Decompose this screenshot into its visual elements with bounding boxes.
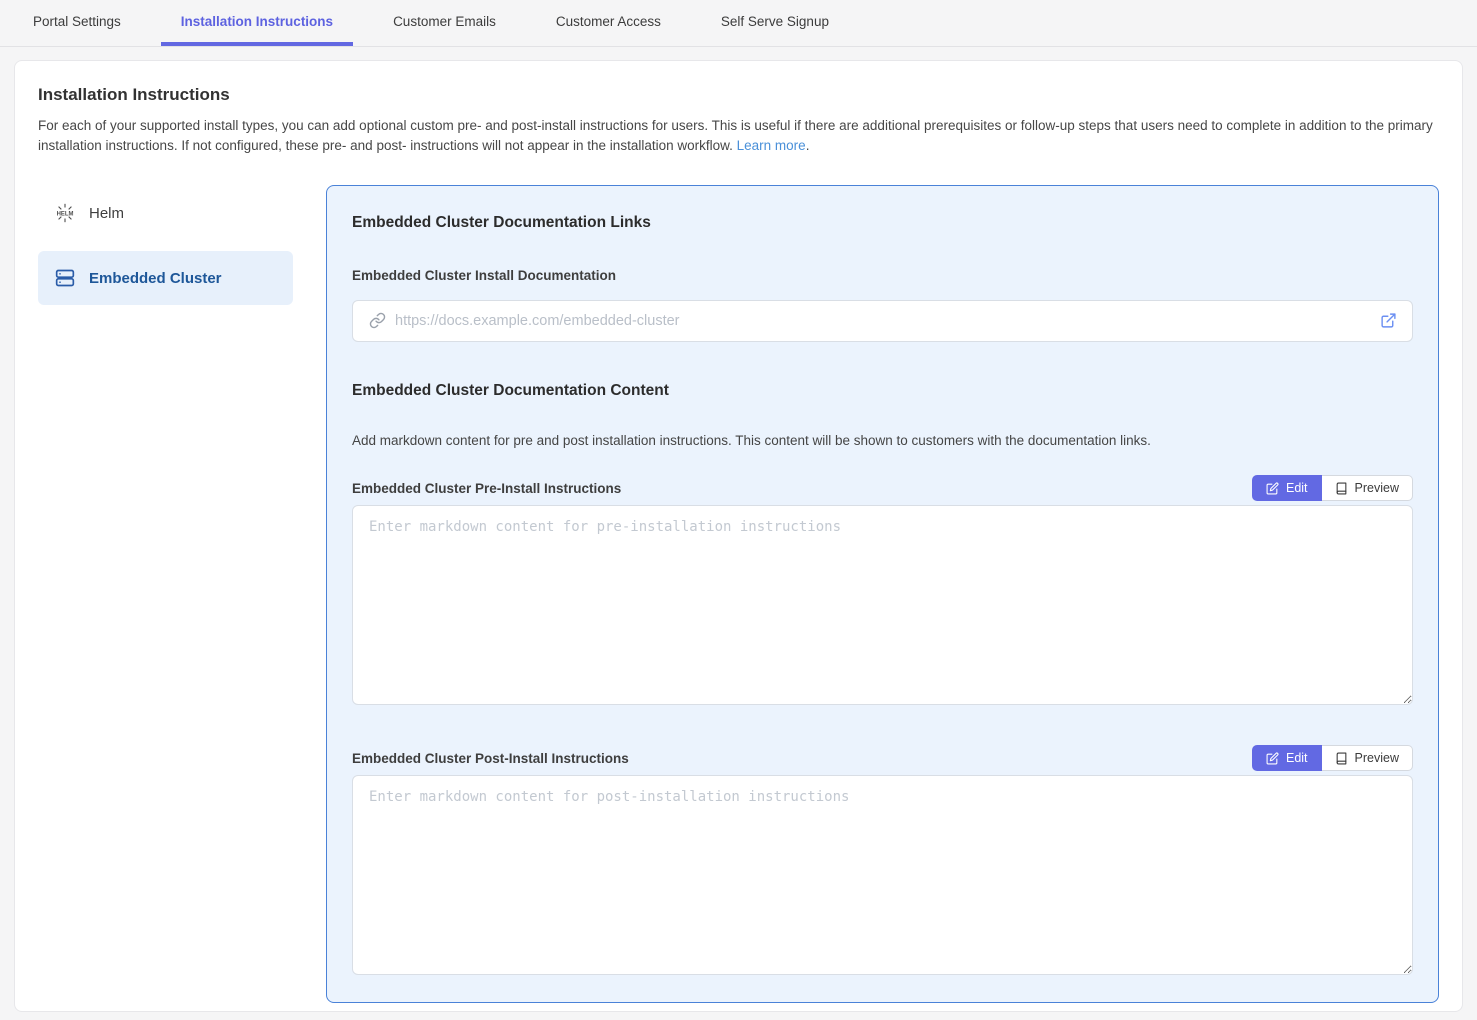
sidebar-item-label: Embedded Cluster (89, 270, 222, 287)
external-link-icon[interactable] (1380, 312, 1397, 329)
book-icon (1335, 752, 1348, 765)
embedded-cluster-panel: Embedded Cluster Documentation Links Emb… (326, 185, 1439, 1003)
install-doc-url-field (352, 300, 1413, 342)
post-install-textarea[interactable] (352, 775, 1413, 975)
helm-logo-icon: HELM (54, 202, 76, 224)
post-install-header: Embedded Cluster Post-Install Instructio… (352, 744, 1413, 772)
preview-button-label: Preview (1355, 751, 1399, 765)
install-type-sidebar: HELM Helm Embedded Cluster (38, 185, 293, 319)
pre-install-edit-button[interactable]: Edit (1252, 475, 1322, 501)
install-doc-label: Embedded Cluster Install Documentation (352, 268, 1413, 283)
sidebar-item-embedded-cluster[interactable]: Embedded Cluster (38, 251, 293, 305)
links-section-heading: Embedded Cluster Documentation Links (352, 214, 1413, 232)
edit-icon (1266, 482, 1279, 495)
content-section-heading: Embedded Cluster Documentation Content (352, 382, 1413, 400)
pre-install-mode-toggle: Edit Preview (1252, 475, 1413, 501)
edit-button-label: Edit (1286, 751, 1308, 765)
post-install-edit-button[interactable]: Edit (1252, 745, 1322, 771)
sidebar-item-label: Helm (89, 205, 124, 222)
learn-more-link[interactable]: Learn more (737, 138, 806, 153)
main-card: Installation Instructions For each of yo… (14, 60, 1463, 1012)
edit-button-label: Edit (1286, 481, 1308, 495)
preview-button-label: Preview (1355, 481, 1399, 495)
pre-install-textarea[interactable] (352, 505, 1413, 705)
page-description-text: For each of your supported install types… (38, 118, 1433, 153)
post-install-label: Embedded Cluster Post-Install Instructio… (352, 751, 629, 766)
pre-install-label: Embedded Cluster Pre-Install Instruction… (352, 481, 621, 496)
tab-self-serve-signup[interactable]: Self Serve Signup (701, 0, 849, 46)
tab-customer-emails[interactable]: Customer Emails (373, 0, 516, 46)
post-install-mode-toggle: Edit Preview (1252, 745, 1413, 771)
tab-installation-instructions[interactable]: Installation Instructions (161, 0, 353, 46)
page-description-period: . (806, 138, 810, 153)
pre-install-header: Embedded Cluster Pre-Install Instruction… (352, 474, 1413, 502)
edit-icon (1266, 752, 1279, 765)
pre-install-preview-button[interactable]: Preview (1322, 475, 1413, 501)
tab-portal-settings[interactable]: Portal Settings (13, 0, 141, 46)
content-row: HELM Helm Embedded Cluster E (38, 185, 1439, 1003)
post-install-preview-button[interactable]: Preview (1322, 745, 1413, 771)
tab-customer-access[interactable]: Customer Access (536, 0, 681, 46)
book-icon (1335, 482, 1348, 495)
page-description: For each of your supported install types… (38, 116, 1439, 156)
page-title: Installation Instructions (38, 85, 1439, 105)
server-stack-icon (54, 267, 76, 289)
install-doc-url-input[interactable] (352, 300, 1413, 342)
tab-bar: Portal Settings Installation Instruction… (0, 0, 1477, 47)
content-section-description: Add markdown content for pre and post in… (352, 433, 1413, 448)
sidebar-item-helm[interactable]: HELM Helm (38, 189, 293, 237)
svg-text:HELM: HELM (57, 211, 74, 217)
